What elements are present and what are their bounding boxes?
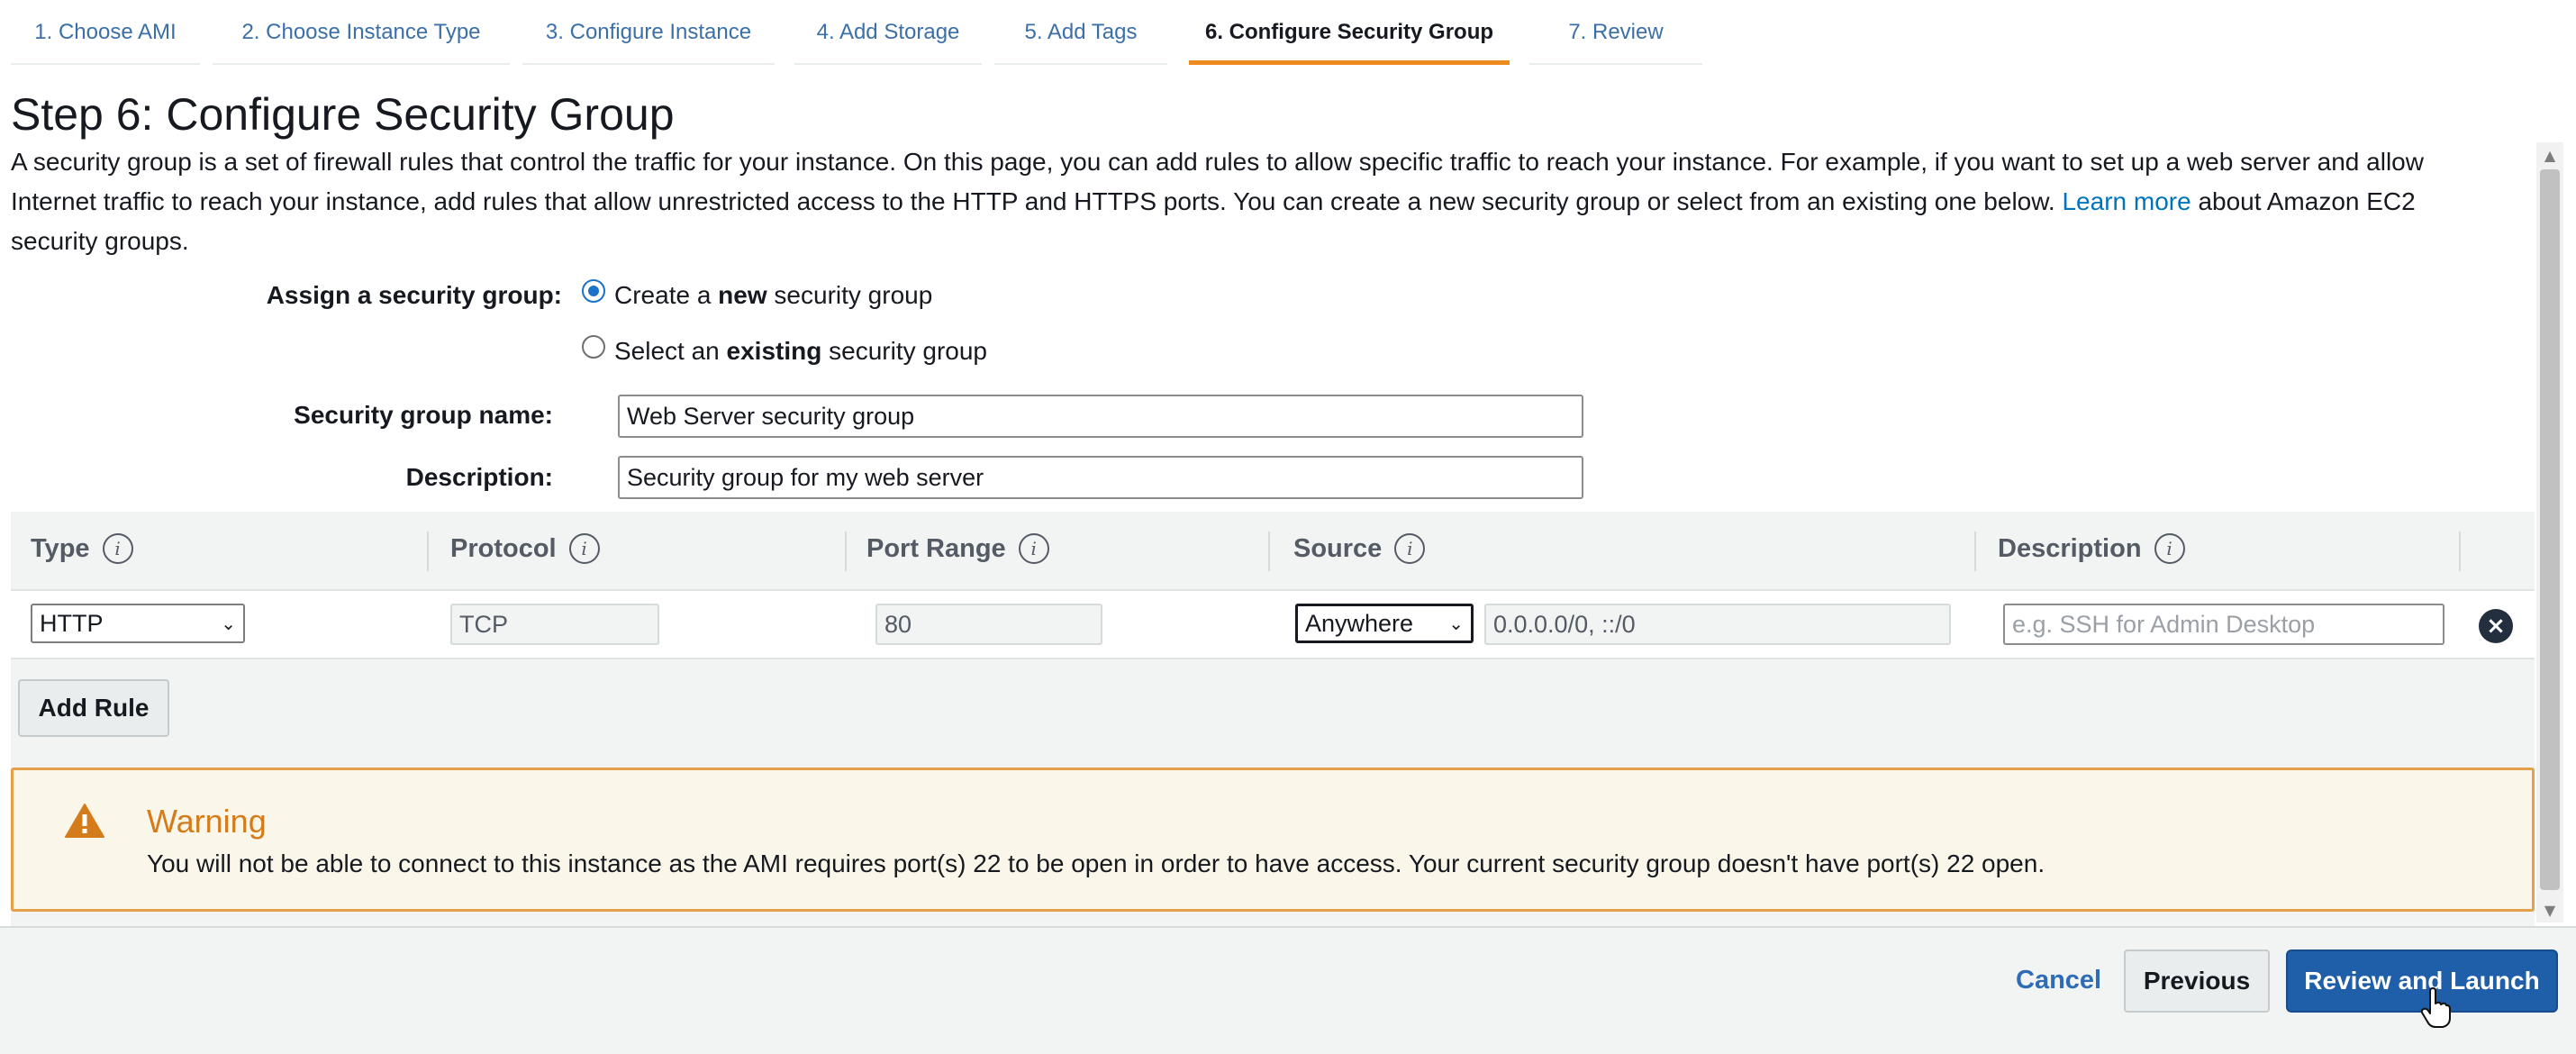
- rules-table-header: Type i Protocol i Port Range i Source i Desc…: [11, 512, 2535, 591]
- security-group-name-label: Security group name:: [294, 401, 553, 429]
- column-divider: [1268, 532, 1270, 571]
- scroll-up-arrow-icon[interactable]: ▲: [2536, 144, 2563, 166]
- wizard-tabs: 1. Choose AMI 2. Choose Instance Type 3.…: [0, 0, 2576, 65]
- intro-text: A security group is a set of firewall ru…: [11, 142, 2506, 261]
- scroll-down-arrow-icon[interactable]: ▼: [2536, 899, 2563, 921]
- info-icon[interactable]: i: [1018, 533, 1049, 564]
- column-header-type: Type i: [31, 533, 133, 564]
- learn-more-link[interactable]: Learn more: [2062, 187, 2191, 215]
- tab-review[interactable]: 7. Review: [1529, 0, 1702, 65]
- source-cidr-field[interactable]: 0.0.0.0/0, ::/0: [1484, 604, 1951, 645]
- add-rule-button[interactable]: Add Rule: [18, 679, 169, 737]
- tab-configure-security-group[interactable]: 6. Configure Security Group: [1189, 0, 1510, 65]
- tab-add-tags[interactable]: 5. Add Tags: [994, 0, 1167, 65]
- description-input[interactable]: [618, 456, 1583, 499]
- info-icon[interactable]: i: [102, 533, 133, 564]
- previous-button[interactable]: Previous: [2124, 950, 2270, 1013]
- column-header-port-range: Port Range i: [866, 533, 1049, 564]
- radio-select-existing-label[interactable]: Select an existing security group: [614, 337, 987, 366]
- hand-cursor-icon: [2420, 987, 2451, 1028]
- tab-configure-instance[interactable]: 3. Configure Instance: [522, 0, 775, 65]
- tab-choose-ami[interactable]: 1. Choose AMI: [11, 0, 200, 65]
- radio-create-new[interactable]: [582, 279, 605, 303]
- assign-security-group-label: Assign a security group:: [266, 281, 562, 309]
- chevron-down-icon: ⌄: [221, 613, 236, 634]
- column-divider: [1974, 532, 1976, 571]
- rule-description-input[interactable]: [2003, 604, 2444, 645]
- page-title: Step 6: Configure Security Group: [11, 89, 675, 140]
- description-label: Description:: [405, 463, 553, 491]
- radio-create-new-label[interactable]: Create a new security group: [614, 281, 932, 310]
- scrollbar-thumb[interactable]: [2540, 169, 2560, 890]
- tab-choose-instance-type[interactable]: 2. Choose Instance Type: [213, 0, 510, 65]
- source-select[interactable]: Anywhere ⌄: [1295, 604, 1474, 643]
- column-header-description: Description i: [1998, 533, 2185, 564]
- protocol-field: TCP: [450, 604, 659, 645]
- warning-title: Warning: [147, 803, 267, 840]
- warning-alert: Warning You will not be able to connect …: [11, 768, 2535, 912]
- warning-triangle-icon: [65, 804, 104, 838]
- column-divider: [845, 532, 847, 571]
- info-icon[interactable]: i: [568, 533, 600, 564]
- security-group-name-input[interactable]: [618, 395, 1583, 438]
- column-divider: [2459, 532, 2461, 571]
- vertical-scrollbar[interactable]: ▲ ▼: [2536, 142, 2563, 922]
- port-range-field: 80: [875, 604, 1102, 645]
- radio-select-existing[interactable]: [582, 335, 605, 359]
- warning-message: You will not be able to connect to this …: [147, 850, 2045, 877]
- remove-rule-icon[interactable]: ×: [2479, 609, 2513, 643]
- type-select[interactable]: HTTP ⌄: [31, 604, 245, 643]
- column-divider: [427, 532, 429, 571]
- cancel-button[interactable]: Cancel: [2016, 966, 2101, 995]
- column-header-source: Source i: [1293, 533, 1426, 564]
- info-icon[interactable]: i: [2154, 533, 2185, 564]
- chevron-down-icon: ⌄: [1448, 613, 1464, 634]
- tab-add-storage[interactable]: 4. Add Storage: [794, 0, 982, 65]
- info-icon[interactable]: i: [1394, 533, 1426, 564]
- table-row: HTTP⌄ TCP 80 Anywhere⌄ 0.0.0.0/0, ::/0 ×: [11, 591, 2535, 659]
- footer-bar: Cancel Previous Review and Launch: [0, 926, 2576, 1054]
- column-header-protocol: Protocol i: [450, 533, 600, 564]
